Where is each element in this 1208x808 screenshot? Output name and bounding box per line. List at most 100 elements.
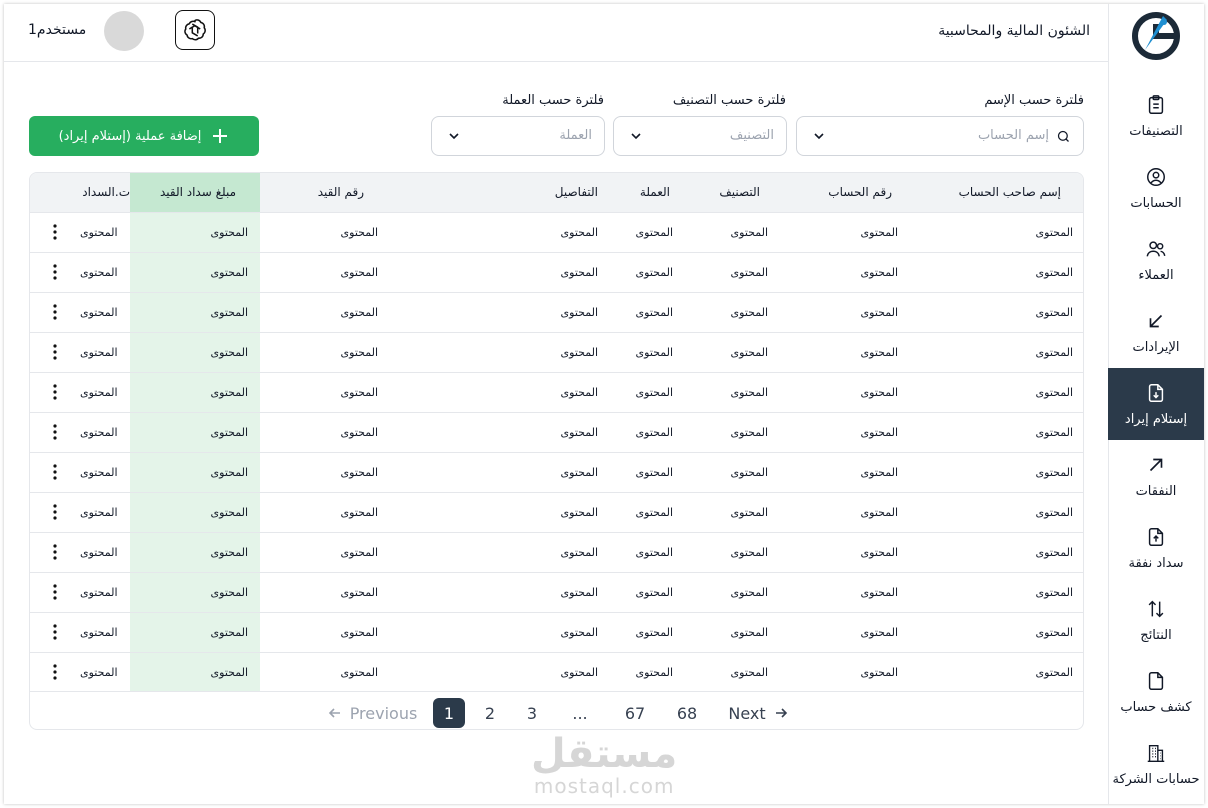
column-header: التفاصيل xyxy=(554,185,599,200)
row-actions-button[interactable] xyxy=(30,651,81,692)
add-transaction-button[interactable]: إضافة عملية (إستلام إيراد) xyxy=(29,116,259,156)
table-cell: المحتوى xyxy=(130,571,261,612)
row-actions-button[interactable] xyxy=(30,571,81,612)
table-cell: المحتوى xyxy=(130,491,261,532)
sidebar-item-revenues[interactable]: الإيرادات xyxy=(1108,296,1204,368)
table-cell: المحتوى xyxy=(130,531,261,572)
watermark-arabic: مستقل xyxy=(531,731,678,777)
sidebar-item-statement[interactable]: كشف حساب xyxy=(1108,656,1204,728)
table-cell: المحتوى xyxy=(260,331,391,372)
table-cell: المحتوى xyxy=(780,251,911,292)
name-search-input[interactable]: إسم الحساب xyxy=(796,116,1084,156)
sidebar-item-clients[interactable]: العملاء xyxy=(1108,224,1204,296)
table-cell: المحتوى xyxy=(685,531,781,572)
table-cell: المحتوى xyxy=(260,411,391,452)
table-cell: المحتوى xyxy=(910,451,1083,492)
pagination: Previous 1 2 3 ... 67 68 Next xyxy=(30,691,1083,729)
sidebar-item-company-accounts[interactable]: حسابات الشركة xyxy=(1108,728,1204,800)
table-cell: المحتوى xyxy=(80,291,131,332)
ai-assistant-button[interactable] xyxy=(175,10,215,50)
row-actions-button[interactable] xyxy=(30,411,81,452)
category-select[interactable]: التصنيف xyxy=(613,116,787,156)
building-icon xyxy=(1147,744,1165,762)
sidebar-item-label: النفقات xyxy=(1135,483,1177,499)
table-cell: المحتوى xyxy=(910,651,1083,692)
watermark-latin: mostaql.com xyxy=(533,774,675,798)
previous-page-button[interactable]: Previous xyxy=(325,698,420,728)
row-actions-button[interactable] xyxy=(30,611,81,652)
table-cell: المحتوى xyxy=(685,371,781,412)
sidebar-item-receive-revenue[interactable]: إستلام إيراد xyxy=(1108,368,1204,440)
sidebar-item-results[interactable]: النتائج xyxy=(1108,584,1204,656)
column-header: العملة xyxy=(639,185,671,200)
row-actions-button[interactable] xyxy=(30,251,81,292)
table-cell: المحتوى xyxy=(610,251,686,292)
transactions-table-card: إسم صاحب الحساب رقم الحساب التصنيف العمل… xyxy=(29,172,1084,730)
sidebar-item-pay-expense[interactable]: سداد نفقة xyxy=(1108,512,1204,584)
table-row: المحتوى المحتوى المحتوى المحتوى المحتوى المحت… xyxy=(30,331,1083,372)
table-cell: المحتوى xyxy=(685,251,781,292)
page-button[interactable]: 2 xyxy=(475,698,505,728)
table-row: المحتوى المحتوى المحتوى المحتوى المحتوى المحت… xyxy=(30,251,1083,292)
table-row: المحتوى المحتوى المحتوى المحتوى المحتوى المحت… xyxy=(30,211,1083,252)
table-cell: المحتوى xyxy=(80,531,131,572)
table-cell: المحتوى xyxy=(685,651,781,692)
column-header: رقم الحساب xyxy=(828,185,893,200)
table-cell: المحتوى xyxy=(390,491,611,532)
table-cell: المحتوى xyxy=(685,411,781,452)
more-vertical-icon xyxy=(53,464,57,480)
currency-select[interactable]: العملة xyxy=(431,116,605,156)
row-actions-button[interactable] xyxy=(30,211,81,252)
sidebar-item-accounts[interactable]: الحسابات xyxy=(1108,152,1204,224)
table-cell: المحتوى xyxy=(130,411,261,452)
table-cell: المحتوى xyxy=(130,371,261,412)
row-actions-button[interactable] xyxy=(30,331,81,372)
table-cell: المحتوى xyxy=(390,411,611,452)
table-cell: المحتوى xyxy=(260,651,391,692)
row-actions-button[interactable] xyxy=(30,291,81,332)
table-cell: المحتوى xyxy=(80,651,131,692)
more-vertical-icon xyxy=(53,344,57,360)
more-vertical-icon xyxy=(53,304,57,320)
arrow-up-right-icon xyxy=(1149,458,1163,471)
sidebar-item-label: الإيرادات xyxy=(1132,339,1180,355)
avatar[interactable] xyxy=(104,11,144,51)
page-button[interactable]: 1 xyxy=(433,698,465,728)
user-name: مستخدم1 xyxy=(28,22,87,38)
sidebar-item-expenses[interactable]: النفقات xyxy=(1108,440,1204,512)
next-page-button[interactable]: Next xyxy=(723,698,793,728)
table-cell: المحتوى xyxy=(780,611,911,652)
row-actions-button[interactable] xyxy=(30,491,81,532)
table-cell: المحتوى xyxy=(610,291,686,332)
page-button[interactable]: 67 xyxy=(620,698,650,728)
column-header: مبلغ سداد القيد xyxy=(130,173,261,212)
row-actions-button[interactable] xyxy=(30,371,81,412)
table-cell: المحتوى xyxy=(130,331,261,372)
table-cell: المحتوى xyxy=(610,331,686,372)
table-cell: المحتوى xyxy=(260,371,391,412)
table-cell: المحتوى xyxy=(260,291,391,332)
table-cell: المحتوى xyxy=(130,451,261,492)
table-cell: المحتوى xyxy=(685,571,781,612)
table-cell: المحتوى xyxy=(685,451,781,492)
column-header: رقم القيد xyxy=(317,185,365,200)
app-window: الشئون المالية والمحاسبية مستخدم1 التصني… xyxy=(4,4,1204,804)
more-vertical-icon xyxy=(53,384,57,400)
row-actions-button[interactable] xyxy=(30,451,81,492)
page-button[interactable]: 68 xyxy=(672,698,702,728)
sidebar-item-categories[interactable]: التصنيفات xyxy=(1108,80,1204,152)
row-actions-button[interactable] xyxy=(30,531,81,572)
table-row: المحتوى المحتوى المحتوى المحتوى المحتوى المحت… xyxy=(30,531,1083,572)
column-header: ت.السداد xyxy=(82,185,131,200)
table-cell: المحتوى xyxy=(390,291,611,332)
sidebar-item-label: التصنيفات xyxy=(1129,123,1183,139)
more-vertical-icon xyxy=(53,584,57,600)
table-cell: المحتوى xyxy=(685,491,781,532)
chevron-down-icon xyxy=(814,133,824,140)
table-cell: المحتوى xyxy=(610,571,686,612)
watermark: مستقل mostaql.com xyxy=(531,734,677,798)
table-cell: المحتوى xyxy=(390,531,611,572)
table-row: المحتوى المحتوى المحتوى المحتوى المحتوى المحت… xyxy=(30,291,1083,332)
page-button[interactable]: 3 xyxy=(517,698,547,728)
table-cell: المحتوى xyxy=(390,571,611,612)
